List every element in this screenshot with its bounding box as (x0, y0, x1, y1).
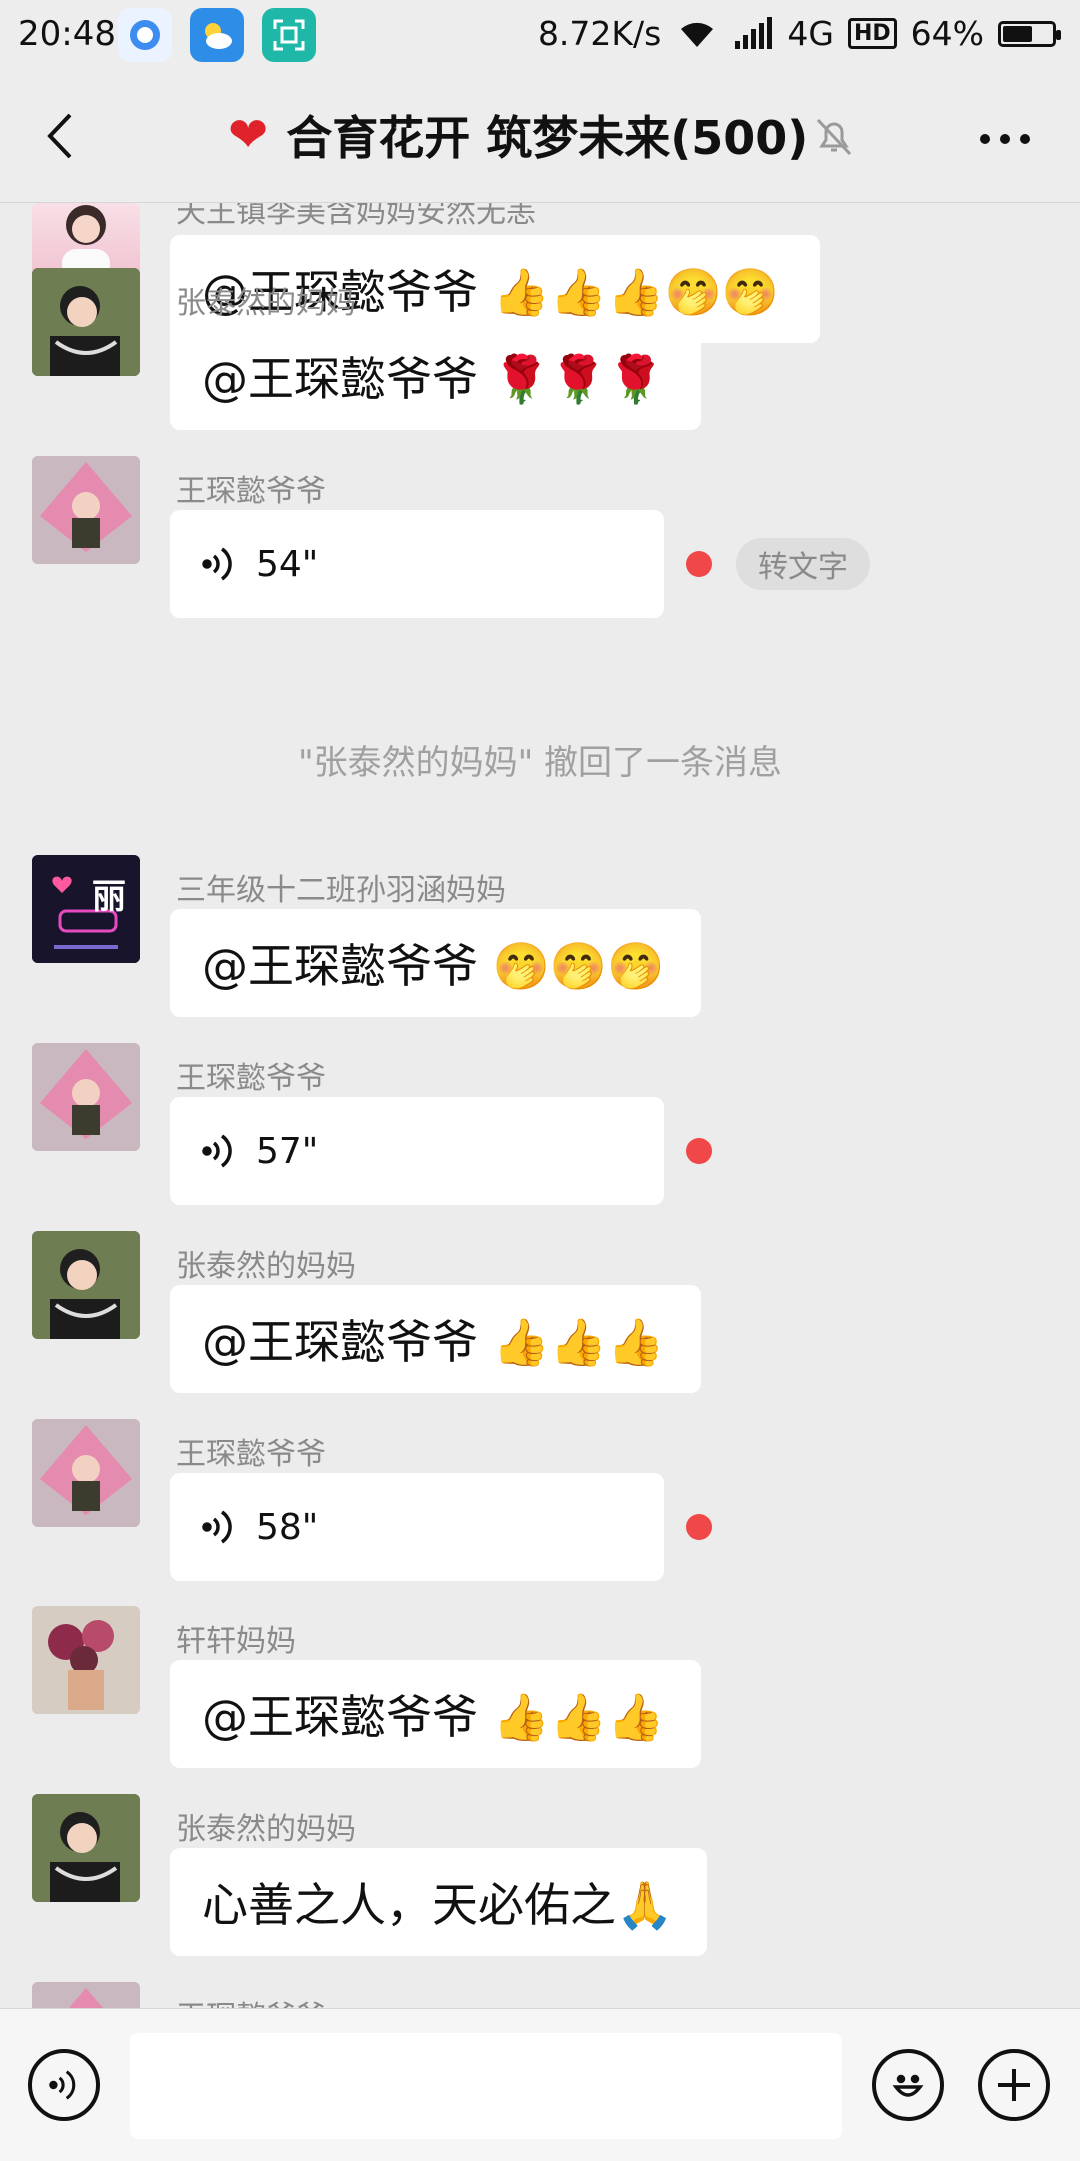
hd-badge: HD (847, 18, 897, 49)
sender-name: 王琛懿爷爷 (176, 474, 326, 509)
avatar-text: 丽 (92, 877, 126, 917)
message-input[interactable] (130, 2033, 842, 2139)
sender-name: 张泰然的妈妈 (176, 286, 356, 321)
sender-name: 张泰然的妈妈 (176, 1249, 356, 1284)
sender-name: 天王镇李美含妈妈安然无恙 (176, 203, 536, 230)
status-right: 8.72K/s 4G HD 64% (537, 14, 1061, 53)
message-bubble[interactable]: @王琛懿爷爷 🤭🤭🤭 (170, 909, 701, 1017)
weather-app-icon (190, 8, 244, 62)
chat-list[interactable]: 天王镇李美含妈妈安然无恙 @王琛懿爷爷 👍👍👍🤭🤭 张泰然的妈妈 @王琛懿爷爷 … (0, 203, 1080, 2008)
system-message: "张泰然的妈妈" 撤回了一条消息 (297, 743, 783, 783)
more-dots-icon (980, 134, 1030, 144)
voice-duration: 54" (256, 543, 319, 585)
voice-icon (202, 1134, 232, 1168)
voice-duration: 58" (256, 1506, 319, 1548)
unread-dot (686, 1514, 712, 1540)
sender-name: 轩轩妈妈 (176, 1624, 296, 1659)
sender-name: 王琛懿爷爷 (176, 1992, 326, 2008)
input-bar (0, 2008, 1080, 2161)
page-title: 合育花开 筑梦未来(500) (286, 111, 809, 165)
wifi-icon (681, 22, 714, 47)
browser-app-icon (118, 8, 172, 62)
network-type: 4G (787, 14, 834, 53)
avatar[interactable] (32, 1043, 140, 1151)
voice-duration: 57" (256, 1130, 319, 1172)
avatar[interactable] (32, 268, 140, 376)
message-bubble[interactable]: 心善之人，天必佑之🙏 (170, 1848, 707, 1956)
sender-name: 张泰然的妈妈 (176, 1812, 356, 1847)
voice-message[interactable]: 58" (170, 1473, 664, 1581)
signal-icon (735, 16, 773, 49)
avatar[interactable] (32, 1606, 140, 1714)
voice-message[interactable]: 57" (170, 1097, 664, 1205)
scanner-app-icon (262, 8, 316, 62)
heart-icon: ❤ (228, 107, 269, 163)
battery-percent: 64% (910, 14, 984, 53)
back-button[interactable] (30, 106, 90, 166)
message-bubble[interactable]: @王琛懿爷爷 👍👍👍 (170, 1660, 701, 1768)
voice-icon (202, 547, 232, 581)
plus-icon (998, 2069, 1030, 2101)
voice-message[interactable]: 54" (170, 510, 664, 618)
avatar[interactable] (32, 203, 140, 275)
to-text-button[interactable]: 转文字 (736, 538, 870, 590)
avatar[interactable] (32, 1231, 140, 1339)
voice-icon (202, 1510, 232, 1544)
voice-icon (49, 2070, 76, 2100)
avatar[interactable] (32, 456, 140, 564)
chevron-left-icon (47, 113, 72, 159)
battery-icon (998, 20, 1061, 47)
message-bubble[interactable]: @王琛懿爷爷 👍👍👍 (170, 1285, 701, 1393)
avatar[interactable] (32, 1982, 140, 2008)
chat-header: ❤ 合育花开 筑梦未来(500) (0, 76, 1080, 203)
sender-name: 王琛懿爷爷 (176, 1061, 326, 1096)
voice-input-button[interactable] (28, 2049, 100, 2121)
avatar[interactable] (32, 1419, 140, 1527)
message-bubble[interactable]: @王琛懿爷爷 🌹🌹🌹 (170, 322, 701, 430)
sender-name: 三年级十二班孙羽涵妈妈 (176, 873, 506, 908)
mute-bell-icon (816, 118, 852, 156)
group-title[interactable]: ❤ 合育花开 筑梦未来(500) (228, 102, 808, 168)
status-bar: 20:48 8.72K/s 4G HD 64% (0, 0, 1080, 76)
more-actions-button[interactable] (978, 2049, 1050, 2121)
sender-name: 王琛懿爷爷 (176, 1437, 326, 1472)
emoji-button[interactable] (872, 2049, 944, 2121)
avatar[interactable] (32, 1794, 140, 1902)
unread-dot (686, 1138, 712, 1164)
net-speed: 8.72K/s (537, 14, 662, 53)
status-time: 20:48 (18, 14, 116, 54)
avatar[interactable]: 丽 (32, 855, 140, 963)
smile-icon (892, 2074, 924, 2097)
more-button[interactable] (970, 114, 1040, 164)
unread-dot (686, 551, 712, 577)
